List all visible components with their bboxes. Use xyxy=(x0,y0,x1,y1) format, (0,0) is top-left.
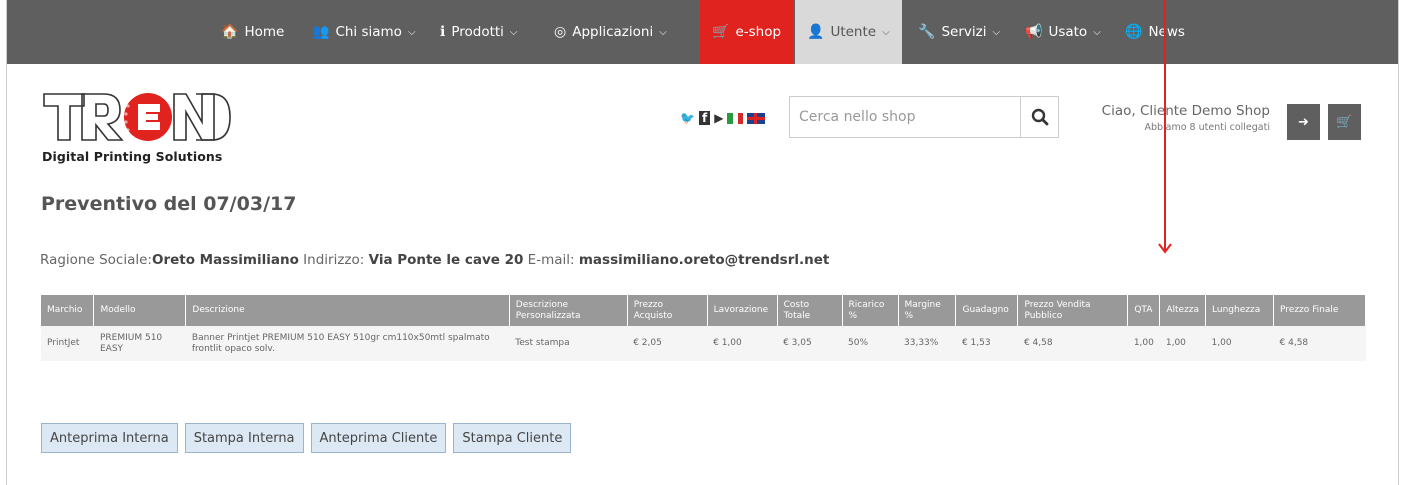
table-cell: € 3,05 xyxy=(777,326,843,361)
table-cell: € 4,58 xyxy=(1273,326,1366,361)
sign-out-icon: ➜ xyxy=(1298,114,1309,130)
annotation-arrow xyxy=(1158,0,1172,254)
table-cell: 1,00 xyxy=(1205,326,1274,361)
table-cell: € 2,05 xyxy=(627,326,708,361)
quote-table: Marchio Modello Descrizione Descrizione … xyxy=(41,295,1366,361)
table-cell: 1,00 xyxy=(1159,326,1206,361)
target-icon: ◎ xyxy=(554,24,567,40)
col-header[interactable]: Lunghezza xyxy=(1205,295,1275,326)
nav-chi-siamo[interactable]: 👥 Chi siamo ⌵ xyxy=(312,0,416,64)
nav-home[interactable]: 🏠 Home xyxy=(221,0,284,64)
action-buttons: Anteprima Interna Stampa Interna Antepri… xyxy=(41,423,572,453)
email-value: massimiliano.oreto@trendsrl.net xyxy=(578,252,830,268)
client-info: Ragione Sociale:Oreto Massimiliano Indir… xyxy=(40,252,829,268)
stampa-cliente-button[interactable]: Stampa Cliente xyxy=(453,423,572,453)
page-title: Preventivo del 07/03/17 xyxy=(41,193,297,215)
table-cell: Banner Printjet PREMIUM 510 EASY 510gr c… xyxy=(185,326,510,361)
col-header[interactable]: Descrizione xyxy=(185,295,510,326)
col-header[interactable]: Lavorazione xyxy=(707,295,778,326)
home-icon: 🏠 xyxy=(221,24,239,40)
nav-applicazioni-label: Applicazioni xyxy=(572,24,654,40)
megaphone-icon: 📢 xyxy=(1025,24,1043,40)
nav-eshop[interactable]: 🛒 e-shop xyxy=(700,0,794,64)
nav-utente-label: Utente xyxy=(830,24,877,40)
facebook-icon[interactable]: f xyxy=(698,111,711,125)
col-header[interactable]: Margine % xyxy=(898,295,957,326)
anteprima-cliente-button[interactable]: Anteprima Cliente xyxy=(310,423,447,453)
users-icon: 👥 xyxy=(312,24,330,40)
indirizzo-label: Indirizzo: xyxy=(298,252,369,268)
chevron-down-icon: ⌵ xyxy=(1093,26,1101,38)
globe-icon: 🌐 xyxy=(1125,24,1143,40)
italian-flag-icon[interactable] xyxy=(727,112,744,124)
nav-utente[interactable]: 👤 Utente ⌵ xyxy=(795,0,902,64)
col-header[interactable]: Altezza xyxy=(1159,295,1207,326)
nav-servizi[interactable]: 🔧 Servizi ⌵ xyxy=(918,0,1000,64)
col-header[interactable]: Prezzo Acquisto xyxy=(627,295,708,326)
ragione-value: Oreto Massimiliano xyxy=(151,252,299,268)
col-header[interactable]: Guadagno xyxy=(955,295,1019,326)
col-header[interactable]: Modello xyxy=(93,295,187,326)
col-header[interactable]: QTA xyxy=(1127,295,1161,326)
cart-button[interactable]: 🛒 xyxy=(1328,104,1361,140)
chevron-down-icon: ⌵ xyxy=(407,26,416,38)
wrench-icon: 🔧 xyxy=(918,24,936,40)
frame-left-border xyxy=(6,0,7,485)
col-header[interactable]: Costo Totale xyxy=(777,295,843,326)
table-header-row: Marchio Modello Descrizione Descrizione … xyxy=(41,295,1366,326)
email-label: E-mail: xyxy=(523,252,579,268)
table-cell: 33,33% xyxy=(898,326,956,361)
col-header[interactable]: Prezzo Finale xyxy=(1273,295,1366,326)
table-cell: € 1,53 xyxy=(955,326,1018,361)
table-cell: PrintJet xyxy=(41,326,94,361)
col-header[interactable]: Marchio xyxy=(41,295,95,326)
nav-prodotti-label: Prodotti xyxy=(451,24,504,40)
nav-usato[interactable]: 📢 Usato ⌵ xyxy=(1025,0,1101,64)
chevron-down-icon: ⌵ xyxy=(509,26,518,38)
col-header[interactable]: Descrizione Personalizzata xyxy=(509,295,628,326)
chevron-down-icon: ⌵ xyxy=(659,26,667,38)
table-cell: Test stampa xyxy=(509,326,628,361)
search-button[interactable] xyxy=(1020,97,1058,137)
cart-icon: 🛒 xyxy=(712,24,730,40)
search-bar xyxy=(789,96,1059,138)
logo-tagline: Digital Printing Solutions xyxy=(42,149,223,164)
nav-prodotti[interactable]: ℹ Prodotti ⌵ xyxy=(440,0,518,64)
search-input[interactable] xyxy=(790,97,1020,137)
table-cell: 50% xyxy=(842,326,898,361)
table-row: PrintJet PREMIUM 510 EASY Banner Printje… xyxy=(41,326,1366,361)
ragione-label: Ragione Sociale: xyxy=(40,252,152,268)
indirizzo-value: Via Ponte le cave 20 xyxy=(368,252,524,268)
table-cell: 1,00 xyxy=(1127,326,1160,361)
table-cell: € 1,00 xyxy=(707,326,778,361)
nav-applicazioni[interactable]: ◎ Applicazioni ⌵ xyxy=(554,0,667,64)
col-header[interactable]: Ricarico % xyxy=(842,295,899,326)
top-nav: 🏠 Home 👥 Chi siamo ⌵ ℹ Prodotti ⌵ ◎ Appl… xyxy=(7,0,1398,64)
social-links: 🐦 f ▶ xyxy=(680,111,766,125)
col-header[interactable]: Prezzo Vendita Pubblico xyxy=(1017,295,1129,326)
anteprima-interna-button[interactable]: Anteprima Interna xyxy=(41,423,178,453)
logout-button[interactable]: ➜ xyxy=(1287,104,1320,140)
youtube-icon[interactable]: ▶ xyxy=(714,111,723,125)
table-cell: € 4,58 xyxy=(1017,326,1128,361)
nav-servizi-label: Servizi xyxy=(941,24,987,40)
stampa-interna-button[interactable]: Stampa Interna xyxy=(184,423,304,453)
info-icon: ℹ xyxy=(440,24,446,40)
uk-flag-icon[interactable] xyxy=(747,112,766,124)
page: 🏠 Home 👥 Chi siamo ⌵ ℹ Prodotti ⌵ ◎ Appl… xyxy=(0,0,1407,485)
search-icon xyxy=(1031,108,1048,126)
frame-right-border xyxy=(1398,0,1399,485)
nav-usato-label: Usato xyxy=(1048,24,1088,40)
cart-icon: 🛒 xyxy=(1336,114,1353,130)
user-icon: 👤 xyxy=(807,24,825,40)
twitter-icon[interactable]: 🐦 xyxy=(680,111,695,125)
table-cell: PREMIUM 510 EASY xyxy=(93,326,186,361)
chevron-down-icon: ⌵ xyxy=(992,26,1001,38)
nav-eshop-label: e-shop xyxy=(735,24,782,40)
chevron-down-icon: ⌵ xyxy=(882,26,890,38)
nav-home-label: Home xyxy=(244,24,285,40)
nav-chi-siamo-label: Chi siamo xyxy=(335,24,402,40)
